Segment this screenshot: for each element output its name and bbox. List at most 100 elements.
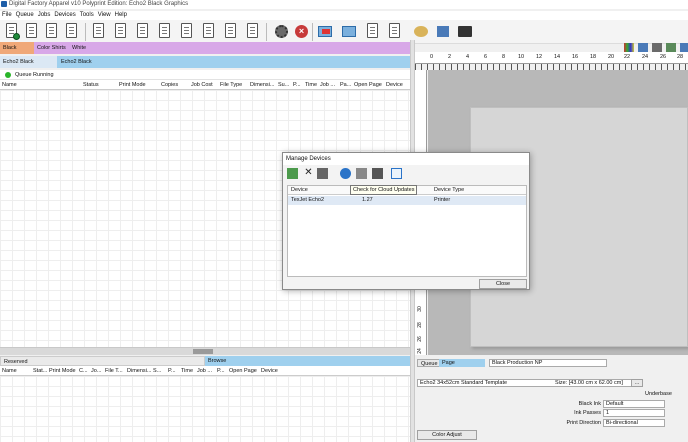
- printer-test-icon[interactable]: [372, 168, 383, 179]
- col-device-type[interactable]: Device Type: [434, 187, 464, 193]
- toolbar-separator: [85, 23, 86, 41]
- tab-page[interactable]: Page: [439, 359, 485, 367]
- col-pa[interactable]: P...: [217, 366, 225, 376]
- export-button[interactable]: [222, 22, 240, 41]
- col-name[interactable]: Name: [2, 80, 17, 90]
- devices-list[interactable]: Device Device Type TexJet Echo2 1.27 Pri…: [287, 185, 527, 277]
- lower-table-body[interactable]: [0, 376, 410, 442]
- tab-queue[interactable]: Queue: [417, 359, 442, 367]
- col-job[interactable]: Jo...: [91, 366, 101, 376]
- col-substrate[interactable]: S...: [153, 366, 161, 376]
- ink-passes-select[interactable]: 1: [603, 409, 665, 417]
- document-icon: [26, 23, 37, 38]
- tab-color-shirts[interactable]: Color Shirts: [34, 42, 69, 54]
- remove-device-icon[interactable]: ✕: [303, 168, 314, 179]
- monitor-icon: [342, 26, 356, 37]
- delete-job-button[interactable]: [244, 22, 262, 41]
- printer-config-icon[interactable]: [356, 168, 367, 179]
- splitter-grip-icon[interactable]: [193, 349, 213, 354]
- col-file-type[interactable]: File T...: [105, 366, 123, 376]
- settings-button[interactable]: [272, 22, 290, 41]
- device-properties-icon[interactable]: [317, 168, 328, 179]
- tab-white-shirts[interactable]: White Shirts: [69, 42, 104, 63]
- tab-echo2-black-photo[interactable]: Echo2 Black Photo: [58, 56, 108, 77]
- col-dimensions[interactable]: Dimensi...: [250, 80, 274, 90]
- ruler-label: 26: [416, 336, 423, 342]
- col-open-page[interactable]: Open Page: [229, 366, 257, 376]
- add-icon: [13, 33, 20, 40]
- col-job-cost[interactable]: Job Cost: [191, 80, 213, 90]
- black-ink-select[interactable]: Default: [603, 400, 665, 408]
- col-name[interactable]: Name: [2, 366, 17, 376]
- size-options-button[interactable]: ...: [631, 379, 643, 387]
- stop-button[interactable]: ×: [292, 22, 310, 41]
- col-file-type[interactable]: File Type: [220, 80, 242, 90]
- color-palette-button[interactable]: [412, 22, 430, 41]
- menu-queue[interactable]: Queue: [14, 11, 36, 20]
- col-time[interactable]: Time: [181, 366, 193, 376]
- printer-button[interactable]: [456, 22, 474, 41]
- col-copies[interactable]: Copies: [161, 80, 178, 90]
- new-job-button[interactable]: [3, 22, 21, 41]
- col-status[interactable]: Stat...: [33, 366, 47, 376]
- template-select[interactable]: Echo2 34x52cm Standard Template Size: [4…: [417, 379, 635, 387]
- black-ink-label: Black Ink: [578, 401, 601, 407]
- tab-echo2-black-graphics[interactable]: Echo2 Black Graphics: [0, 56, 57, 77]
- close-button[interactable]: Close: [479, 279, 527, 289]
- duplicate-button[interactable]: [200, 22, 218, 41]
- tab-black-shirts[interactable]: Black Shirts: [0, 42, 34, 63]
- col-status[interactable]: Status: [83, 80, 99, 90]
- ruler-label: 28: [416, 322, 423, 328]
- col-device[interactable]: Device: [386, 80, 403, 90]
- menu-jobs[interactable]: Jobs: [36, 11, 53, 20]
- col-print-mode[interactable]: Print Mode: [49, 366, 76, 376]
- col-p[interactable]: P...: [293, 80, 301, 90]
- col-job[interactable]: Job ...: [320, 80, 335, 90]
- devices-button[interactable]: [340, 22, 358, 41]
- pen-button[interactable]: [434, 22, 452, 41]
- device-version: 1.27: [362, 197, 373, 203]
- device-row[interactable]: TexJet Echo2 1.27 Printer: [288, 196, 526, 205]
- menu-help[interactable]: Help: [113, 11, 129, 20]
- col-p[interactable]: P...: [168, 366, 176, 376]
- cloud-update-icon[interactable]: [340, 168, 351, 179]
- production-select[interactable]: Black Production NP: [489, 359, 607, 367]
- print-page-button[interactable]: [112, 22, 130, 41]
- horizontal-splitter[interactable]: [0, 347, 410, 355]
- hold-button[interactable]: [156, 22, 174, 41]
- col-copies[interactable]: C...: [79, 366, 88, 376]
- col-substrate[interactable]: Su...: [278, 80, 289, 90]
- release-button[interactable]: [178, 22, 196, 41]
- menu-view[interactable]: View: [96, 11, 113, 20]
- network-button[interactable]: [316, 22, 334, 41]
- calibrate-button[interactable]: [364, 22, 382, 41]
- menu-devices[interactable]: Devices: [52, 11, 77, 20]
- ruler-label: 26: [660, 54, 667, 60]
- col-job-2[interactable]: Job ...: [197, 366, 212, 376]
- print-direction-select[interactable]: Bi-directional: [603, 419, 665, 427]
- col-pa[interactable]: Pa...: [340, 80, 351, 90]
- col-device[interactable]: Device: [291, 187, 308, 193]
- layout-button[interactable]: [386, 22, 404, 41]
- col-time[interactable]: Time: [305, 80, 317, 90]
- menu-file[interactable]: File: [0, 11, 14, 20]
- document-icon: [159, 23, 170, 38]
- document-icon: [203, 23, 214, 38]
- col-print-mode[interactable]: Print Mode: [119, 80, 146, 90]
- reprint-button[interactable]: [134, 22, 152, 41]
- print-button[interactable]: [90, 22, 108, 41]
- open-job-button[interactable]: [23, 22, 41, 41]
- tab-browse[interactable]: Browse: [205, 356, 410, 366]
- palette-icon: [414, 26, 428, 37]
- job-settings-button[interactable]: [63, 22, 81, 41]
- edit-job-button[interactable]: [43, 22, 61, 41]
- template-tab-bar: Echo2 Black Graphics Echo2 Black Photo: [0, 56, 410, 77]
- col-dimensions[interactable]: Dimensi...: [127, 366, 151, 376]
- device-log-icon[interactable]: [391, 168, 402, 179]
- col-device[interactable]: Device: [261, 366, 278, 376]
- tab-reserved[interactable]: Reserved: [0, 356, 205, 366]
- col-open-page[interactable]: Open Page: [354, 80, 382, 90]
- color-adjust-button[interactable]: Color Adjust: [417, 430, 477, 440]
- add-device-icon[interactable]: [287, 168, 298, 179]
- menu-tools[interactable]: Tools: [78, 11, 96, 20]
